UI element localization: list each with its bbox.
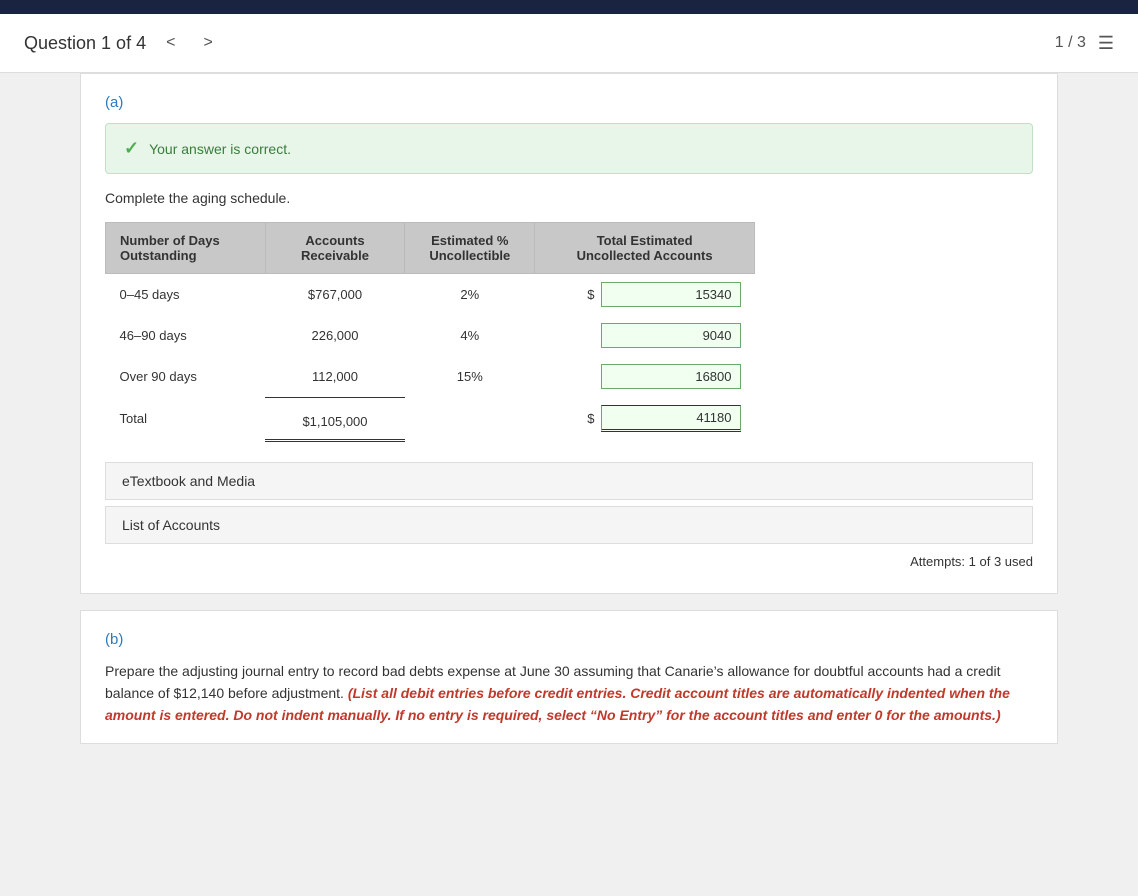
cell-pct-1: 2% [405, 274, 535, 316]
table-row-total: Total $1,105,000 $ [106, 397, 755, 440]
total-input-1[interactable] [601, 282, 741, 307]
question-title: Question 1 of 4 [24, 33, 146, 54]
cell-total-3 [535, 356, 755, 397]
table-header-row: Number of DaysOutstanding AccountsReceiv… [106, 223, 755, 274]
cell-days-total: Total [106, 397, 266, 440]
part-b-label: (b) [105, 631, 1033, 648]
cell-pct-2: 4% [405, 315, 535, 356]
cell-days-1: 0–45 days [106, 274, 266, 316]
total-input-2[interactable] [601, 323, 741, 348]
total-input-3[interactable] [601, 364, 741, 389]
cell-total-total: $ [535, 397, 755, 440]
cell-ar-total: $1,105,000 [265, 397, 405, 440]
col-header-ar: AccountsReceivable [265, 223, 405, 274]
cell-ar-1: $767,000 [265, 274, 405, 316]
total-input-total[interactable] [601, 405, 741, 432]
cell-ar-2: 226,000 [265, 315, 405, 356]
header-right: 1 / 3 ☰ [1055, 33, 1114, 54]
part-a-section: (a) ✓ Your answer is correct. Complete t… [80, 73, 1058, 594]
prev-question-button[interactable]: < [158, 30, 183, 56]
col-header-days: Number of DaysOutstanding [106, 223, 266, 274]
col-header-total: Total EstimatedUncollected Accounts [535, 223, 755, 274]
cell-pct-total [405, 397, 535, 440]
page-indicator: 1 / 3 [1055, 34, 1086, 52]
schedule-instruction: Complete the aging schedule. [105, 190, 1033, 206]
part-a-label: (a) [105, 94, 1033, 111]
table-row: 46–90 days 226,000 4% [106, 315, 755, 356]
question-header: Question 1 of 4 < > 1 / 3 ☰ [0, 14, 1138, 73]
cell-pct-3: 15% [405, 356, 535, 397]
dollar-sign-total: $ [587, 411, 594, 426]
cell-days-3: Over 90 days [106, 356, 266, 397]
part-b-instructions: Prepare the adjusting journal entry to r… [105, 660, 1033, 727]
aging-schedule-table: Number of DaysOutstanding AccountsReceiv… [105, 222, 755, 442]
cell-total-1: $ [535, 274, 755, 316]
next-question-button[interactable]: > [195, 30, 220, 56]
etextbook-button[interactable]: eTextbook and Media [105, 462, 1033, 500]
main-content: (a) ✓ Your answer is correct. Complete t… [0, 73, 1138, 744]
attempts-text: Attempts: 1 of 3 used [105, 554, 1033, 569]
cell-ar-3: 112,000 [265, 356, 405, 397]
cell-days-2: 46–90 days [106, 315, 266, 356]
list-icon[interactable]: ☰ [1098, 33, 1114, 54]
list-of-accounts-button[interactable]: List of Accounts [105, 506, 1033, 544]
checkmark-icon: ✓ [124, 138, 139, 159]
header-left: Question 1 of 4 < > [24, 30, 221, 56]
correct-answer-banner: ✓ Your answer is correct. [105, 123, 1033, 174]
correct-message: Your answer is correct. [149, 141, 291, 157]
dollar-sign-1: $ [587, 287, 594, 302]
col-header-pct: Estimated %Uncollectible [405, 223, 535, 274]
part-b-section: (b) Prepare the adjusting journal entry … [80, 610, 1058, 744]
cell-total-2 [535, 315, 755, 356]
table-row: 0–45 days $767,000 2% $ [106, 274, 755, 316]
top-navigation-bar [0, 0, 1138, 14]
table-row: Over 90 days 112,000 15% [106, 356, 755, 397]
